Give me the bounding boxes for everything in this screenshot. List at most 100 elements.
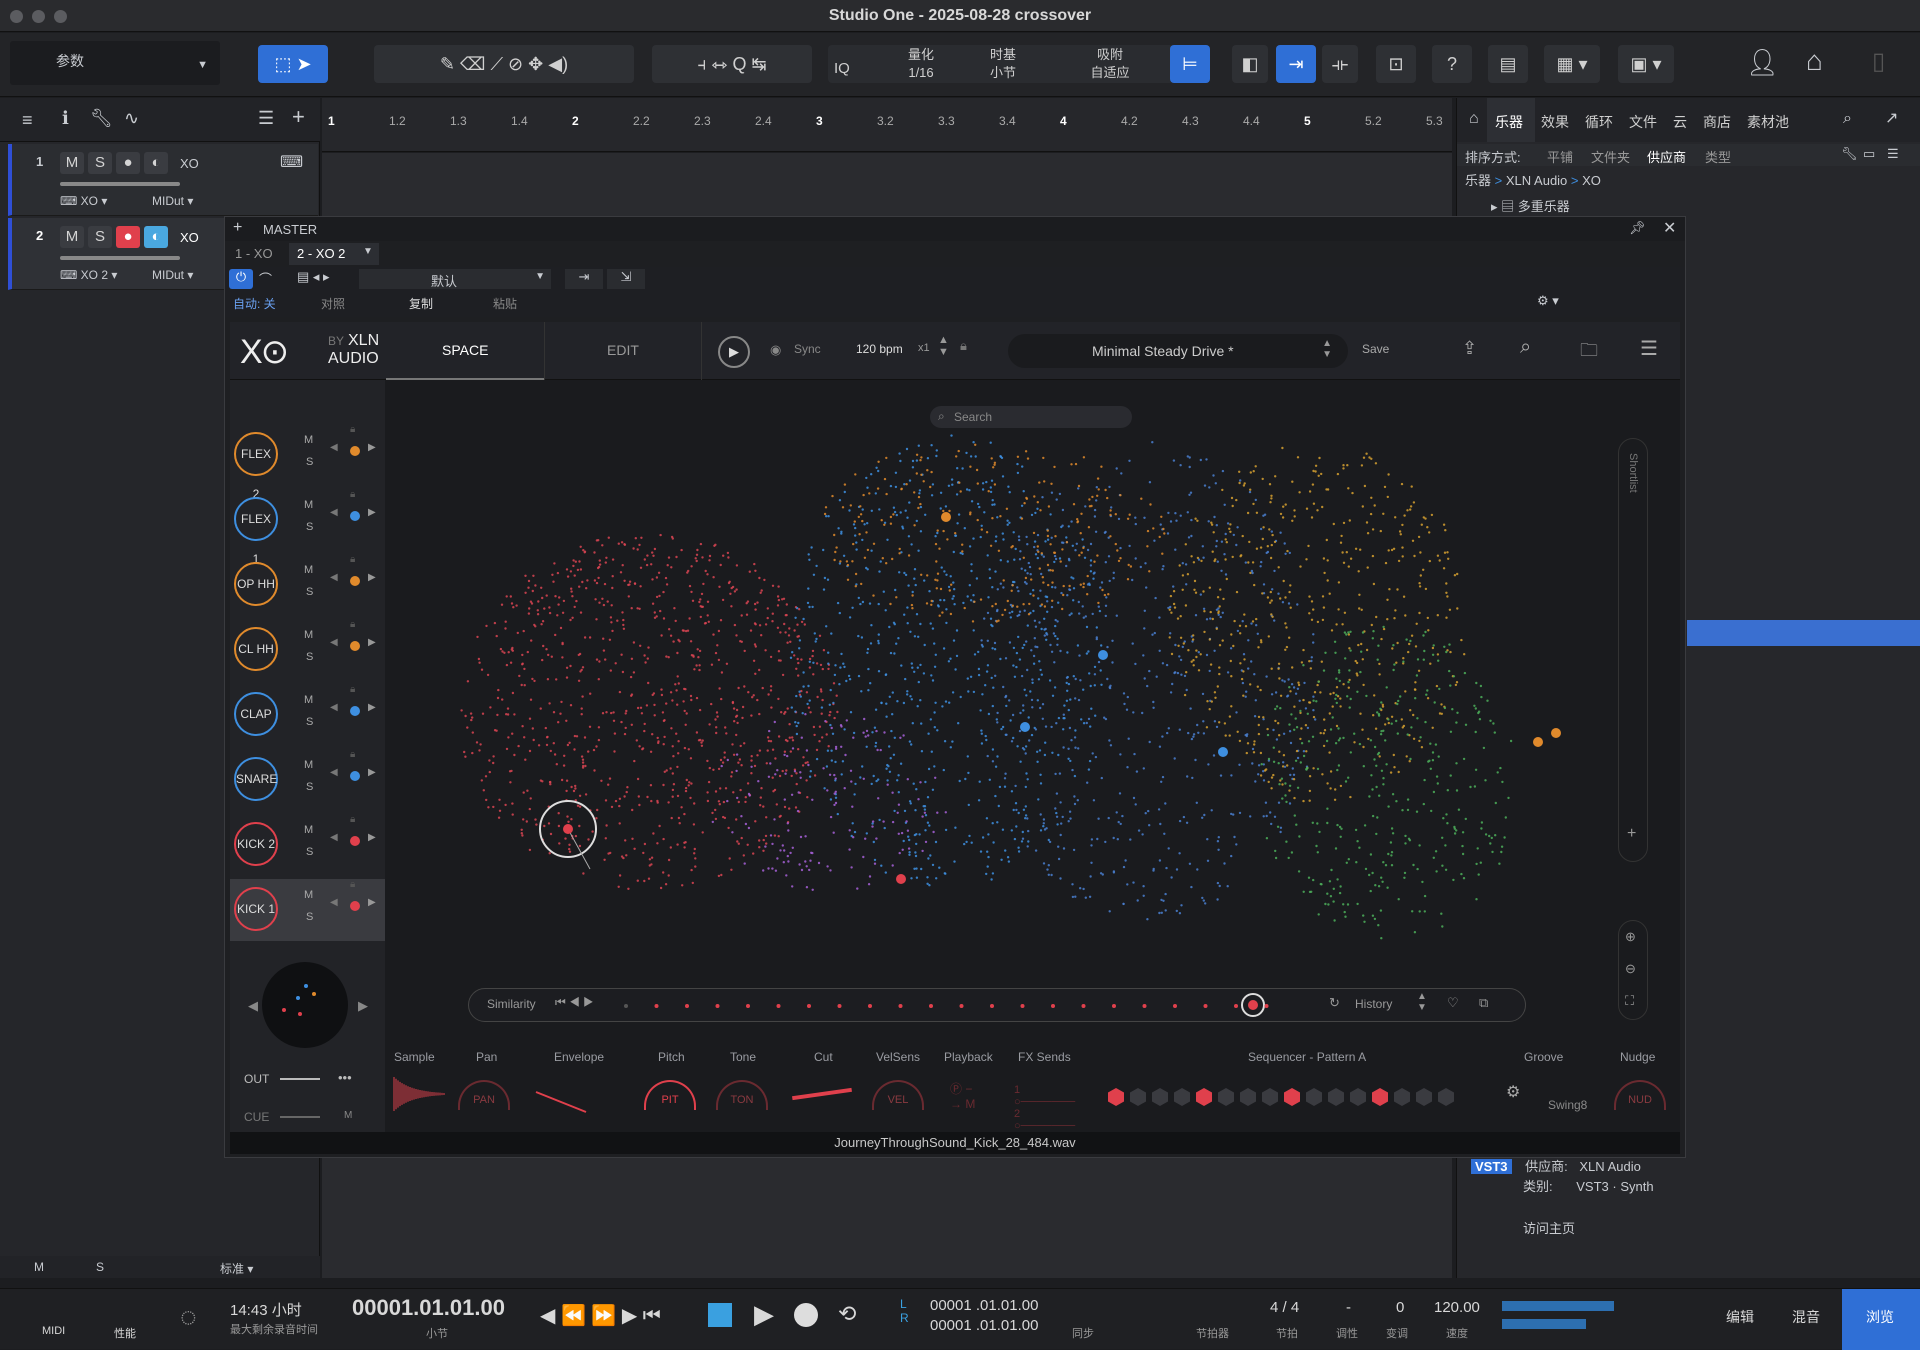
sync-label[interactable]: 同步	[1072, 1325, 1094, 1341]
position-unit[interactable]: 小节	[426, 1325, 448, 1341]
record-button[interactable]: ●	[116, 226, 140, 248]
breadcrumb-plugin[interactable]: XO	[1582, 173, 1601, 188]
sample-space-scatter[interactable]	[388, 382, 1678, 982]
lock-icon[interactable]: 🔒︎	[350, 684, 355, 695]
mute-button[interactable]: M	[60, 152, 84, 174]
shortlist-panel[interactable]: Shortlist +	[1618, 438, 1648, 862]
cue-m[interactable]: M	[344, 1110, 352, 1121]
pad-button[interactable]: CL HH	[234, 627, 278, 671]
arrow-right-icon[interactable]: ▶	[368, 767, 376, 778]
refresh-icon[interactable]: ↻	[1329, 995, 1340, 1011]
monitor-button[interactable]: ◐	[144, 226, 168, 248]
preset-nav[interactable]: ▤ ◂ ▸	[297, 269, 330, 285]
footer-mode-select[interactable]: 标准 ▾	[220, 1260, 253, 1277]
menu-icon[interactable]: ≡	[22, 110, 33, 131]
cue-slider[interactable]	[280, 1116, 320, 1118]
preset-stepper-icon[interactable]: ▲ ▼	[1322, 338, 1332, 360]
arrow-right-icon[interactable]: ▶	[368, 832, 376, 843]
arrow-left-icon[interactable]: ◀	[330, 442, 338, 453]
copy-button[interactable]: 复制	[409, 295, 433, 312]
sequencer-step[interactable]	[1152, 1088, 1168, 1106]
automation-icon[interactable]: ∿	[124, 108, 139, 129]
grid-view-button[interactable]: ▦ ▾	[1544, 45, 1600, 83]
history-label[interactable]: History	[1355, 997, 1392, 1011]
auto-off-label[interactable]: 自动: 关	[233, 295, 276, 312]
envelope-graph[interactable]	[534, 1088, 588, 1114]
preset-select[interactable]: 默认 ▼	[359, 269, 551, 289]
expand-icon[interactable]: ↗	[1885, 108, 1898, 128]
solo-button[interactable]: S	[88, 152, 112, 174]
preset-forward-button[interactable]: ⇥	[565, 269, 603, 289]
bpm-multiplier[interactable]: x1	[918, 342, 930, 354]
position-display[interactable]: 00001.01.01.00	[352, 1295, 505, 1321]
video-button[interactable]: ▤	[1488, 45, 1528, 83]
lock-icon[interactable]: 🔒︎	[350, 749, 355, 760]
chevron-down-icon[interactable]: ▼	[363, 246, 373, 257]
tab-xo1[interactable]: 1 - XO	[235, 246, 273, 261]
arrow-right-icon[interactable]: ▶	[358, 998, 368, 1014]
pad-button[interactable]: SNARE	[234, 757, 278, 801]
snap-toggle-button[interactable]: ⊨	[1170, 45, 1210, 83]
pin-icon[interactable]: 📌︎	[1629, 220, 1646, 236]
pad-row[interactable]: CL HH M S ◀ ▶ 🔒︎	[230, 619, 385, 681]
home-icon[interactable]: ⌂	[1806, 45, 1823, 77]
help-button[interactable]: ?	[1432, 45, 1472, 83]
param-selector[interactable]: 参数 ▼	[10, 41, 220, 85]
sequencer-step[interactable]	[1328, 1088, 1344, 1106]
pad-row[interactable]: KICK 1 M S ◀ ▶ 🔒︎	[230, 879, 385, 941]
list-icon[interactable]: ☰	[1887, 146, 1899, 162]
pad-solo[interactable]: S	[306, 651, 313, 663]
folder-icon[interactable]: 🗀	[1580, 338, 1598, 368]
arrow-left-icon[interactable]: ◀	[330, 507, 338, 518]
timebase-value[interactable]: 小节	[978, 65, 1028, 81]
timeline-ruler[interactable]: 1 1.2 1.3 1.4 2 2.2 2.3 2.4 3 3.2 3.3 3.4 4 4.2 4.3 4.4…	[322, 98, 1452, 152]
breadcrumb-instruments[interactable]: 乐器	[1465, 173, 1491, 188]
sample-waveform[interactable]	[392, 1074, 446, 1114]
add-icon[interactable]: +	[233, 219, 242, 237]
sequencer-step[interactable]	[1394, 1088, 1410, 1106]
arrow-left-icon[interactable]: ◀	[330, 572, 338, 583]
power-icon[interactable]: ⏻	[229, 269, 253, 289]
footer-mute[interactable]: M	[34, 1260, 44, 1274]
arrow-right-icon[interactable]: ▶	[368, 702, 376, 713]
tab-edit[interactable]: EDIT	[544, 322, 702, 380]
pad-solo[interactable]: S	[306, 911, 313, 923]
loop-icon[interactable]: ⟲	[838, 1301, 856, 1327]
loop-left-button[interactable]: ◧	[1232, 45, 1268, 83]
pad-mute[interactable]: M	[304, 499, 313, 511]
lock-icon[interactable]: 🔒︎	[350, 814, 355, 825]
pad-row[interactable]: FLEX 1 M S ◀ ▶ 🔒︎	[230, 489, 385, 566]
sequencer-step[interactable]	[1218, 1088, 1234, 1106]
out-dots-icon[interactable]: •••	[338, 1070, 352, 1085]
home-icon[interactable]: ⌂	[1469, 110, 1479, 128]
playback-icon[interactable]: Ⓟ − → M	[950, 1080, 975, 1111]
breadcrumb-vendor[interactable]: XLN Audio	[1506, 173, 1567, 188]
tool-group-2[interactable]: ⫞ ⇿ Q ↹	[652, 45, 812, 83]
pad-solo[interactable]: S	[306, 456, 313, 468]
sequencer-step[interactable]	[1284, 1088, 1300, 1106]
sort-flat[interactable]: 平铺	[1547, 147, 1573, 166]
output-select[interactable]: MIDut ▾	[152, 268, 193, 282]
wrench-icon[interactable]: 🔧︎	[1841, 146, 1858, 162]
footer-solo[interactable]: S	[96, 1260, 104, 1274]
transpose-value[interactable]: 0	[1396, 1299, 1404, 1316]
arrow-right-icon[interactable]: ▶	[368, 507, 376, 518]
tab-shop[interactable]: 商店	[1703, 112, 1731, 132]
user-icon[interactable]: 👤︎	[1746, 47, 1779, 78]
list-icon[interactable]: ☰	[258, 108, 274, 129]
arrow-left-icon[interactable]: ◀	[330, 637, 338, 648]
instrument-select[interactable]: ⌨ XO 2 ▾	[60, 268, 117, 282]
play-button[interactable]: ▶	[754, 1299, 774, 1330]
sort-vendor[interactable]: 供应商	[1647, 147, 1686, 166]
arrow-right-icon[interactable]: ▶	[368, 897, 376, 908]
groove-icon[interactable]: ⚙	[1506, 1082, 1520, 1102]
record-button[interactable]: ●	[116, 152, 140, 174]
sequencer-step[interactable]	[1108, 1088, 1124, 1106]
lock-icon[interactable]: 🔒︎	[350, 619, 355, 630]
metronome-label[interactable]: 节拍器	[1196, 1325, 1229, 1341]
browse-view-button[interactable]: 浏览	[1842, 1289, 1920, 1350]
link-icon[interactable]: ⌒	[259, 269, 272, 288]
volume-slider[interactable]	[60, 182, 180, 186]
arrow-tool-button[interactable]: ⬚ ➤	[258, 45, 328, 83]
frame-icon[interactable]: ⧉	[1479, 995, 1488, 1011]
